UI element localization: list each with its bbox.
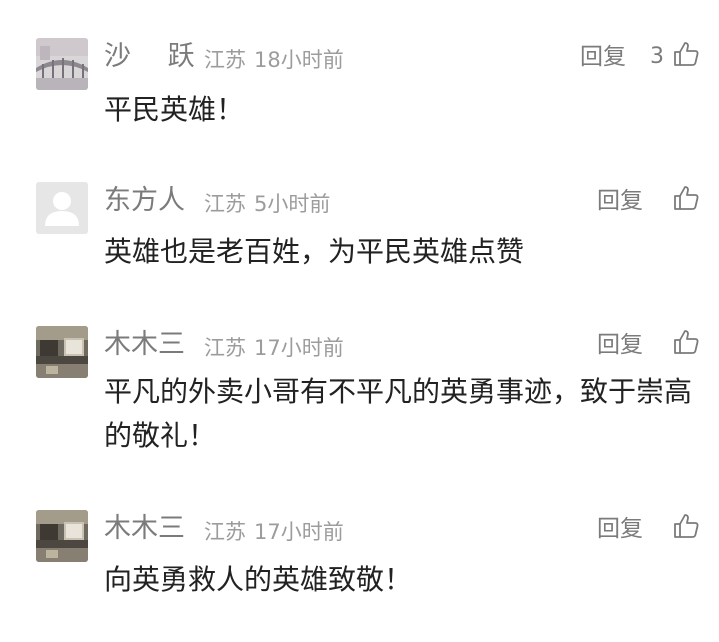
- location: 江苏: [204, 520, 246, 544]
- comment-list: 沙 跃 江苏 18小时前 回复 3 平民英雄！ 东方人 江苏 5小时前 回复 英…: [0, 0, 719, 642]
- room-photo-icon: [36, 326, 88, 378]
- like-count: 3: [650, 44, 664, 69]
- avatar[interactable]: [36, 182, 88, 234]
- comment-text: 平民英雄！: [104, 93, 245, 126]
- timestamp: 17小时前: [254, 520, 344, 544]
- thumbs-up-icon[interactable]: [672, 40, 700, 68]
- comment-text: 英雄也是老百姓，为平民英雄点赞: [104, 235, 525, 268]
- timestamp: 5小时前: [254, 192, 331, 216]
- avatar[interactable]: [36, 510, 88, 562]
- room-photo-icon: [36, 510, 88, 562]
- username[interactable]: 木木三: [104, 328, 185, 362]
- username[interactable]: 沙 跃: [104, 40, 209, 74]
- reply-button[interactable]: 回复: [580, 41, 626, 73]
- avatar[interactable]: [36, 326, 88, 378]
- comment-text: 平凡的外卖小哥有不平凡的英勇事迹，致于崇高的敬礼！: [104, 375, 693, 452]
- comment-meta: 江苏 17小时前: [204, 334, 344, 362]
- timestamp: 18小时前: [254, 48, 344, 72]
- thumbs-up-icon[interactable]: [672, 184, 700, 212]
- username[interactable]: 木木三: [104, 512, 185, 546]
- reply-button[interactable]: 回复: [597, 329, 643, 361]
- reply-button[interactable]: 回复: [597, 185, 643, 217]
- timestamp: 17小时前: [254, 336, 344, 360]
- comment-meta: 江苏 17小时前: [204, 518, 344, 546]
- bridge-photo-icon: [36, 38, 88, 90]
- reply-button[interactable]: 回复: [597, 513, 643, 545]
- thumbs-up-icon[interactable]: [672, 328, 700, 356]
- thumbs-up-icon[interactable]: [672, 512, 700, 540]
- comment-text: 向英勇救人的英雄致敬！: [104, 563, 413, 596]
- location: 江苏: [204, 48, 246, 72]
- comment-meta: 江苏 5小时前: [204, 190, 330, 218]
- avatar[interactable]: [36, 38, 88, 90]
- username[interactable]: 东方人: [104, 184, 185, 218]
- location: 江苏: [204, 336, 246, 360]
- location: 江苏: [204, 192, 246, 216]
- default-user-icon: [36, 182, 88, 234]
- comment-meta: 江苏 18小时前: [204, 46, 344, 74]
